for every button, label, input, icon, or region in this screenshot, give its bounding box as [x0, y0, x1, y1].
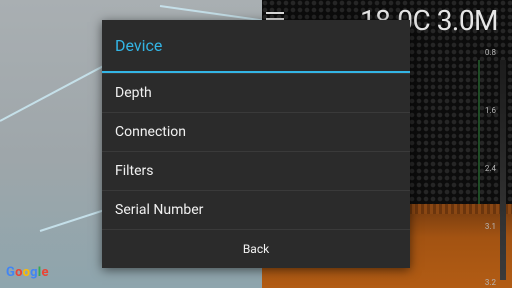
dialog-title: Device — [102, 20, 410, 73]
device-dialog: Device Depth Connection Filters Serial N… — [102, 20, 410, 268]
sonar-marker-line — [478, 60, 480, 220]
depth-scale-bar — [500, 60, 506, 280]
menu-item-filters[interactable]: Filters — [102, 151, 410, 190]
menu-item-depth[interactable]: Depth — [102, 73, 410, 112]
back-button[interactable]: Back — [102, 229, 410, 268]
scale-label: 2.4 — [484, 164, 496, 173]
scale-label: 3.1 — [484, 222, 496, 231]
scale-label: 1.6 — [484, 106, 496, 115]
scale-label: 0.8 — [484, 48, 496, 57]
menu-item-serial-number[interactable]: Serial Number — [102, 190, 410, 229]
google-logo: Google — [6, 265, 49, 280]
scale-label: 3.2 — [484, 278, 496, 287]
menu-item-connection[interactable]: Connection — [102, 112, 410, 151]
